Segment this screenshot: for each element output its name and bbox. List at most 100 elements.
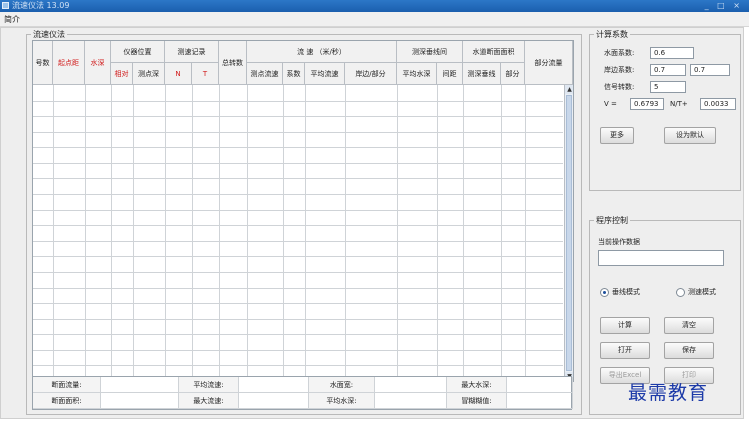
table-row [33,225,563,227]
table-row [33,131,563,133]
mode-vertical-radio[interactable] [600,288,609,297]
grid-column-line [397,85,398,381]
summary-label: 平均水深: [309,393,375,409]
menu-bar: 简介 [0,12,749,27]
calc-panel-legend: 计算系数 [596,30,628,39]
set-default-button[interactable]: 设为默认 [664,127,716,144]
watermark-text: 最需教育 [628,382,709,404]
col-header-area-sounding: 测深垂线 [463,63,501,85]
water-coef-label: 水面系数: [604,49,635,57]
bank-coef-right-input[interactable]: 0.7 [690,64,730,76]
table-row [33,287,563,289]
scroll-up-icon[interactable]: ▲ [565,85,573,94]
table-row [33,100,563,102]
grid-column-line [437,85,438,381]
table-row [33,162,563,164]
col-header-avg-vel: 平均流速 [305,63,345,85]
col-header-area-part: 部分 [501,63,525,85]
signal-input[interactable]: 5 [650,81,686,93]
water-coef-input[interactable]: 0.6 [650,47,694,59]
clear-button[interactable]: 清空 [664,317,714,334]
signal-label: 信号转数: [604,83,635,91]
grid-column-line [219,85,220,381]
summary-value[interactable] [239,393,309,409]
table-row [33,178,563,180]
grid-column-line [85,85,86,381]
table-row [33,240,563,242]
table-row [33,194,563,196]
menu-item-intro[interactable]: 简介 [4,14,20,25]
grid-vertical-scrollbar[interactable]: ▲ ▼ [564,85,573,381]
grid-column-line [525,85,526,381]
grid-column-line [345,85,346,381]
summary-label: 水面宽: [309,377,375,393]
summary-label: 最大流速: [179,393,239,409]
measurement-grid: 号数 起点距 水深 仪器位置 测速记录 总转数 流 速 （米/秒） 测深垂线间 … [32,40,574,382]
col-header-record-n: N [165,63,192,85]
summary-label: 冒糊糊值: [447,393,507,409]
grid-column-line [111,85,112,381]
summary-label: 平均流速: [179,377,239,393]
grid-column-line [53,85,54,381]
grid-column-line [133,85,134,381]
summary-value[interactable] [375,393,447,409]
grid-column-line [247,85,248,381]
mode-vertical-label: 垂线模式 [612,288,640,296]
table-row [33,334,563,336]
col-header-area: 水道断面面积 [463,41,525,63]
col-header-revolutions: 总转数 [219,41,247,85]
v-input[interactable]: 0.6793 [630,98,664,110]
col-header-avg-depth: 平均水深 [397,63,437,85]
current-data-label: 当前操作数据 [598,238,640,246]
summary-value[interactable] [507,393,573,409]
col-header-part-flow: 部分流量 [525,41,573,85]
summary-value[interactable] [101,393,179,409]
mode-speed-radio[interactable] [676,288,685,297]
table-row [33,349,563,351]
calc-button[interactable]: 计算 [600,317,650,334]
grid-column-line [192,85,193,381]
col-header-start-dist: 起点距 [53,41,85,85]
title-bar: 流速仪法 13.09 _ □ × [0,0,749,12]
col-header-point-depth: 测点深 [133,63,165,85]
summary-value[interactable] [101,377,179,393]
nt-input[interactable]: 0.0033 [700,98,736,110]
table-row [33,303,563,305]
col-header-spacing: 间距 [437,63,463,85]
summary-label: 断面流量: [33,377,101,393]
table-row [33,365,563,367]
table-row [33,209,563,211]
col-header-depth: 水深 [85,41,111,85]
save-button[interactable]: 保存 [664,342,714,359]
summary-value[interactable] [239,377,309,393]
col-header-relative: 相对 [111,63,133,85]
grid-column-line [283,85,284,381]
mode-speed-label: 测速模式 [688,288,716,296]
nt-label: N/T+ [670,100,688,108]
summary-label: 断面面积: [33,393,101,409]
summary-value[interactable] [507,377,573,393]
col-header-coef: 系数 [283,63,305,85]
scroll-thumb[interactable] [566,95,572,371]
col-header-instr-pos: 仪器位置 [111,41,165,63]
grid-column-line [501,85,502,381]
table-row [33,318,563,320]
col-header-velocity: 流 速 （米/秒） [247,41,397,63]
current-data-input[interactable] [598,250,724,266]
summary-value[interactable] [375,377,447,393]
flow-panel-legend: 流速仪法 [33,30,65,39]
table-row [33,271,563,273]
col-header-seq: 号数 [33,41,53,85]
v-label: V = [604,100,617,108]
col-header-sounding: 测深垂线间 [397,41,463,63]
program-panel-legend: 程序控制 [596,216,628,225]
grid-column-line [463,85,464,381]
open-button[interactable]: 打开 [600,342,650,359]
more-button[interactable]: 更多 [600,127,634,144]
table-row [33,116,563,118]
window-controls[interactable]: _ □ × [705,0,743,12]
bank-coef-left-input[interactable]: 0.7 [650,64,686,76]
summary-table: 断面流量: 平均流速: 水面宽: 最大水深: 断面面积: 最大流速: 平均水深: 冒糊糊值: [32,376,573,410]
summary-label: 最大水深: [447,377,507,393]
table-row [33,256,563,258]
